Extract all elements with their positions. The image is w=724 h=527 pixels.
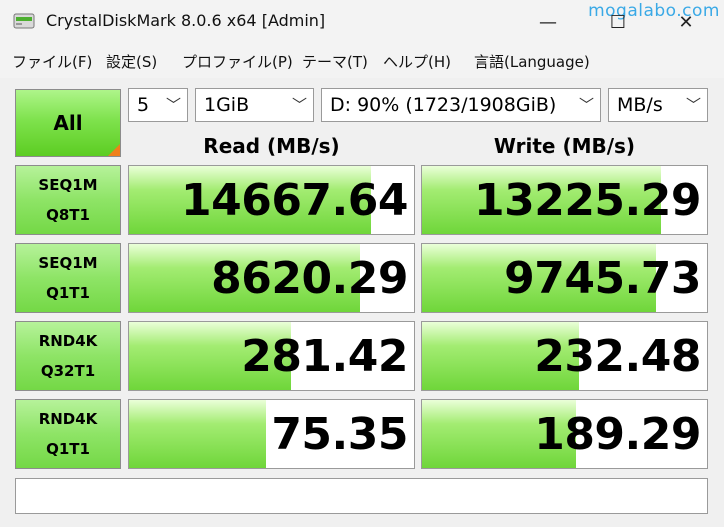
menu-profile[interactable]: プロファイル(P) [182, 51, 293, 72]
read-speed-value: 8620.29 [211, 252, 408, 304]
menu-bar: ファイル(F) 設定(S) プロファイル(P) テーマ(T) ヘルプ(H) 言語… [0, 44, 724, 78]
test-name: SEQ1M [38, 176, 98, 194]
drive-value: D: 90% (1723/1908GiB) [330, 94, 557, 116]
close-button[interactable]: ✕ [668, 4, 704, 40]
write-result-cell: 189.29 [421, 399, 708, 469]
read-result-cell: 75.35 [128, 399, 415, 469]
test-params: Q32T1 [40, 362, 96, 380]
drive-select[interactable]: D: 90% (1723/1908GiB) ﹀ [321, 88, 601, 122]
read-column-header: Read (MB/s) [203, 134, 340, 158]
read-speed-value: 281.42 [241, 330, 408, 382]
chevron-down-icon: ﹀ [578, 96, 594, 114]
read-speed-value: 14667.64 [180, 174, 409, 226]
read-speed-value: 75.35 [271, 408, 408, 460]
menu-help[interactable]: ヘルプ(H) [383, 51, 451, 72]
minimize-button[interactable]: — [530, 4, 566, 40]
write-speed-value: 13225.29 [473, 174, 702, 226]
menu-file[interactable]: ファイル(F) [12, 51, 92, 72]
test-params: Q1T1 [46, 440, 90, 458]
test-params: Q8T1 [46, 206, 90, 224]
window-title: CrystalDiskMark 8.0.6 x64 [Admin] [46, 11, 326, 30]
chevron-down-icon: ﹀ [165, 96, 181, 114]
write-column-header: Write (MB/s) [493, 134, 636, 158]
read-result-cell: 281.42 [128, 321, 415, 391]
corner-indicator [108, 144, 120, 156]
unit-value: MB/s [617, 94, 663, 116]
app-disk-icon [13, 12, 35, 30]
maximize-button[interactable]: ☐ [600, 4, 636, 40]
test-button-seq1m-q1t1[interactable]: SEQ1M Q1T1 [15, 243, 121, 313]
write-speed-value: 189.29 [534, 408, 701, 460]
menu-theme[interactable]: テーマ(T) [302, 51, 368, 72]
unit-select[interactable]: MB/s ﹀ [608, 88, 708, 122]
write-speed-value: 232.48 [534, 330, 701, 382]
menu-settings[interactable]: 設定(S) [106, 51, 157, 72]
comment-field[interactable] [15, 478, 708, 514]
test-button-rnd4k-q32t1[interactable]: RND4K Q32T1 [15, 321, 121, 391]
test-params: Q1T1 [46, 284, 90, 302]
test-size-select[interactable]: 1GiB ﹀ [195, 88, 314, 122]
test-count-value: 5 [137, 94, 150, 116]
write-result-cell: 9745.73 [421, 243, 708, 313]
all-button-label: All [53, 111, 83, 135]
test-count-select[interactable]: 5 ﹀ [128, 88, 188, 122]
test-name: SEQ1M [38, 254, 98, 272]
test-button-seq1m-q8t1[interactable]: SEQ1M Q8T1 [15, 165, 121, 235]
read-speed-bar [129, 400, 266, 468]
title-bar: CrystalDiskMark 8.0.6 x64 [Admin] mogala… [0, 0, 724, 44]
write-result-cell: 13225.29 [421, 165, 708, 235]
test-size-value: 1GiB [204, 94, 250, 116]
read-result-cell: 8620.29 [128, 243, 415, 313]
chevron-down-icon: ﹀ [685, 96, 701, 114]
test-button-rnd4k-q1t1[interactable]: RND4K Q1T1 [15, 399, 121, 469]
test-name: RND4K [38, 332, 98, 350]
test-name: RND4K [38, 410, 98, 428]
write-speed-value: 9745.73 [504, 252, 701, 304]
all-run-button[interactable]: All [15, 89, 121, 157]
write-result-cell: 232.48 [421, 321, 708, 391]
read-result-cell: 14667.64 [128, 165, 415, 235]
menu-language[interactable]: 言語(Language) [474, 51, 590, 72]
chevron-down-icon: ﹀ [291, 96, 307, 114]
